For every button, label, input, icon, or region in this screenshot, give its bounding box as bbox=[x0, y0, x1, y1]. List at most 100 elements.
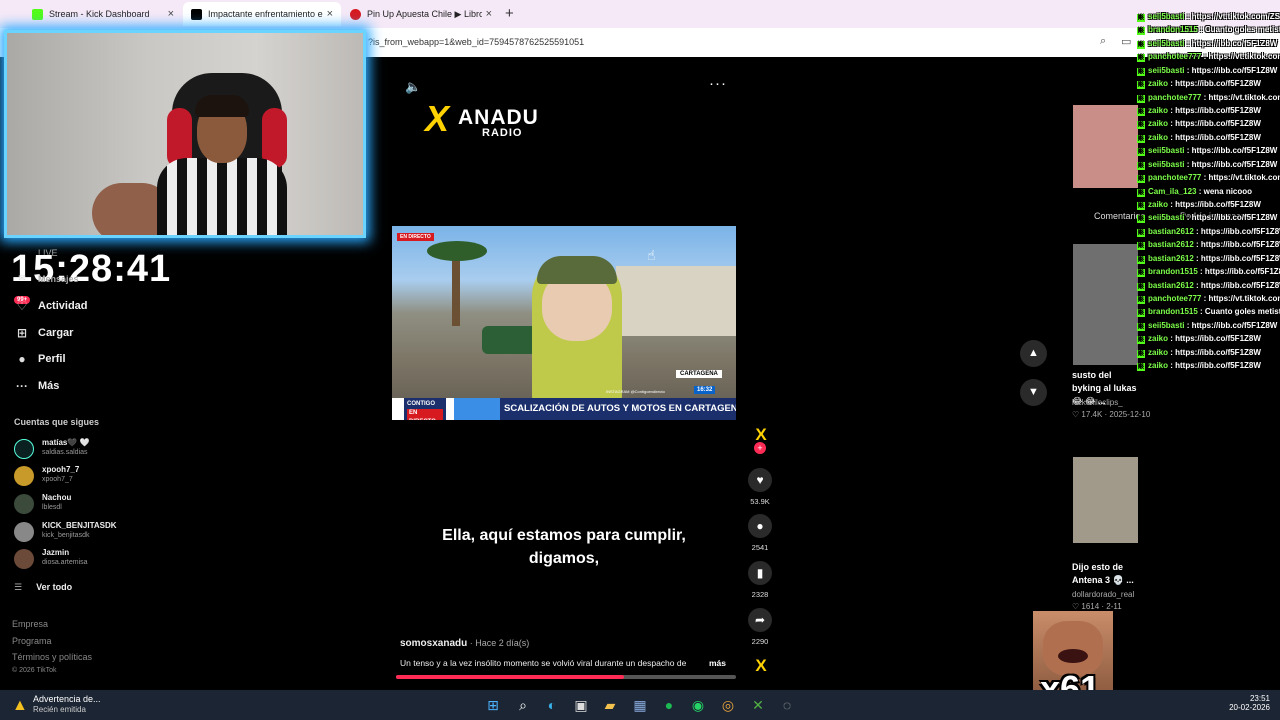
following-name: Nachou bbox=[42, 493, 72, 502]
kick-badge-icon: K bbox=[1137, 161, 1145, 170]
suggested-video-title[interactable]: Dijo esto de Antena 3 💀 ... bbox=[1072, 561, 1142, 587]
chat-text: https://ibb.co/f5F1Z8W bbox=[1200, 226, 1280, 236]
footer-program[interactable]: Programa bbox=[12, 636, 52, 646]
warning-title[interactable]: Advertencia de... bbox=[33, 694, 101, 704]
suggested-video-user[interactable]: kickchileclips_ bbox=[1072, 398, 1123, 407]
windows-start-icon[interactable]: ⊞ bbox=[484, 696, 502, 714]
chat-text: https://ibb.co/f5F1Z8W bbox=[1175, 132, 1261, 142]
contigo-logo: CONTIGO EN DIRECTO bbox=[404, 398, 446, 420]
clip-time: 16:32 bbox=[694, 386, 716, 394]
browser-tab-pinup[interactable]: Pin Up Apuesta Chile ▶ Libro × bbox=[342, 2, 500, 26]
chat-text: https://ibb.co/f5F1Z8W bbox=[1175, 334, 1261, 344]
warning-icon[interactable]: ▲ bbox=[12, 697, 28, 715]
close-icon[interactable]: × bbox=[486, 8, 492, 20]
suggested-video-thumbnail[interactable] bbox=[1073, 105, 1138, 188]
tray-time: 23:51 bbox=[1249, 694, 1270, 703]
see-all-link[interactable]: ☰ Ver todo bbox=[14, 582, 72, 593]
browser-tab-tiktok[interactable]: Impactante enfrentamiento en × bbox=[183, 2, 341, 26]
chat-username: seii5basti bbox=[1148, 146, 1185, 156]
tiktok-icon bbox=[191, 8, 202, 20]
chat-message: Kzaiko : https://ibb.co/f5F1Z8W bbox=[1137, 79, 1261, 90]
comment-action[interactable]: ● 2541 bbox=[744, 514, 776, 552]
chat-text: https://ibb.co/f5F1Z8W bbox=[1200, 253, 1280, 263]
kick-badge-icon: K bbox=[1137, 94, 1145, 103]
video-author[interactable]: somosxanadu · Hace 2 día(s) bbox=[400, 638, 529, 649]
following-item[interactable]: matías🖤 🤍 saldias.saldias bbox=[14, 437, 154, 461]
nav-messages[interactable]: ✉ Mensajes bbox=[14, 273, 78, 284]
chat-message: Kseii5basti : https://ibb.co/f5F1Z8W bbox=[1137, 65, 1278, 76]
following-item[interactable]: KICK_BENJITASDK kick_benjitasdk bbox=[14, 520, 154, 544]
following-item[interactable]: Jazmin diosa.artemisa bbox=[14, 547, 154, 571]
kick-badge-icon: K bbox=[1137, 148, 1145, 157]
suggested-video-thumbnail[interactable] bbox=[1073, 244, 1138, 365]
xanadu-logo-x: X bbox=[425, 98, 450, 139]
kick-badge-icon: K bbox=[1137, 14, 1145, 22]
share-action[interactable]: ➦ 2290 bbox=[744, 608, 776, 646]
spotify-icon[interactable]: ● bbox=[660, 696, 678, 714]
chat-text: Cuanto goles metiste bbox=[1204, 25, 1280, 35]
whatsapp-icon[interactable]: ◉ bbox=[689, 696, 707, 714]
kick-badge-icon: K bbox=[1137, 188, 1145, 197]
chat-username: brandon1515 bbox=[1148, 25, 1198, 35]
browser-tab-kick[interactable]: Stream - Kick Dashboard × bbox=[24, 2, 182, 26]
tab-title: Impactante enfrentamiento en bbox=[208, 9, 323, 19]
save-action[interactable]: ▮ 2328 bbox=[744, 561, 776, 599]
more-options-icon[interactable]: ··· bbox=[709, 75, 727, 92]
nav-profile[interactable]: ● Perfil bbox=[14, 352, 65, 366]
avatar bbox=[14, 439, 34, 459]
search-icon[interactable]: ⌕ bbox=[514, 696, 532, 714]
url-field[interactable]: ?is_from_webapp=1&web_id=759457876252559… bbox=[368, 37, 584, 47]
chat-username: Cam_ila_123 bbox=[1148, 186, 1197, 196]
chrome-icon[interactable]: ◎ bbox=[719, 696, 737, 714]
install-icon[interactable]: ▭ bbox=[1121, 35, 1131, 48]
nav-activity[interactable]: ♡ Actividad bbox=[14, 299, 88, 313]
en-directo-text: EN DIRECTO bbox=[407, 409, 443, 420]
suggested-video-thumbnail[interactable] bbox=[1073, 457, 1138, 543]
news-clip[interactable]: EN DIRECTO INSTAGRAM @Contigoendirecto C… bbox=[392, 226, 736, 420]
music-disc[interactable]: X bbox=[750, 655, 772, 677]
store-icon[interactable]: ▣ bbox=[572, 696, 590, 714]
following-name: KICK_BENJITASDK bbox=[42, 521, 117, 530]
follow-plus-button[interactable]: + bbox=[754, 442, 766, 454]
xbox-icon[interactable]: ✕ bbox=[749, 696, 767, 714]
chat-text: https://ibb.co/f5F1Z8W bbox=[1191, 320, 1278, 330]
previous-video-button[interactable]: ▲ bbox=[1020, 340, 1047, 367]
footer-terms[interactable]: Términos y políticas bbox=[12, 652, 92, 662]
zoom-icon[interactable]: ⌕ bbox=[1100, 35, 1106, 48]
subtitle-line: Ella, aquí estamos para cumplir, bbox=[442, 527, 686, 544]
clock-tray[interactable]: 23:51 20-02-2026 bbox=[1210, 694, 1270, 712]
photos-icon[interactable]: ▦ bbox=[631, 696, 649, 714]
file-explorer-icon[interactable]: ▰ bbox=[601, 696, 619, 714]
footer-company[interactable]: Empresa bbox=[12, 619, 48, 629]
kick-badge-icon: K bbox=[1137, 134, 1145, 143]
nav-more[interactable]: ··· Más bbox=[14, 379, 59, 393]
video-progress-bar[interactable] bbox=[396, 675, 736, 679]
kick-badge-icon: K bbox=[1137, 349, 1145, 358]
bookmark-icon: ▮ bbox=[748, 561, 772, 585]
like-action[interactable]: ♥ 53.9K bbox=[744, 468, 776, 506]
new-tab-button[interactable]: + bbox=[505, 5, 514, 22]
chat-username: zaiko bbox=[1148, 132, 1169, 142]
chat-text: https://ibb.co/f5F1Z8W bbox=[1175, 105, 1261, 115]
next-video-button[interactable]: ▼ bbox=[1020, 379, 1047, 406]
chat-username: seii5basti bbox=[1148, 320, 1185, 330]
following-item[interactable]: Nachou lblesdl bbox=[14, 492, 154, 516]
chat-message: Kzaiko : https://ibb.co/f5F1Z8W bbox=[1137, 334, 1261, 345]
following-item[interactable]: xpooh7_7 xpooh7_7 bbox=[14, 464, 154, 488]
volume-icon[interactable]: 🔈 bbox=[405, 79, 421, 95]
nav-label: Cargar bbox=[38, 327, 74, 339]
kick-badge-icon: K bbox=[1137, 27, 1145, 36]
chat-message: Kseii5basti : https://ibb.co/f5F1Z8W bbox=[1137, 159, 1278, 170]
chat-username: seii5basti bbox=[1148, 65, 1185, 75]
mouse-cursor-icon: ☝ bbox=[647, 247, 656, 263]
more-link[interactable]: más bbox=[709, 658, 726, 668]
close-icon[interactable]: × bbox=[168, 8, 174, 20]
suggested-video-user[interactable]: dollardorado_real bbox=[1072, 590, 1134, 599]
close-icon[interactable]: × bbox=[327, 8, 333, 20]
chat-text: https://vt.tiktok.com/ZSmmhNsuy/ bbox=[1208, 52, 1280, 62]
edge-icon[interactable]: ◐ bbox=[543, 696, 561, 714]
nav-upload[interactable]: ⊞ Cargar bbox=[14, 326, 74, 340]
upload-icon: ⊞ bbox=[16, 326, 28, 340]
chat-username: seii5basti bbox=[1148, 213, 1185, 223]
obs-icon[interactable]: ◌ bbox=[778, 696, 796, 714]
